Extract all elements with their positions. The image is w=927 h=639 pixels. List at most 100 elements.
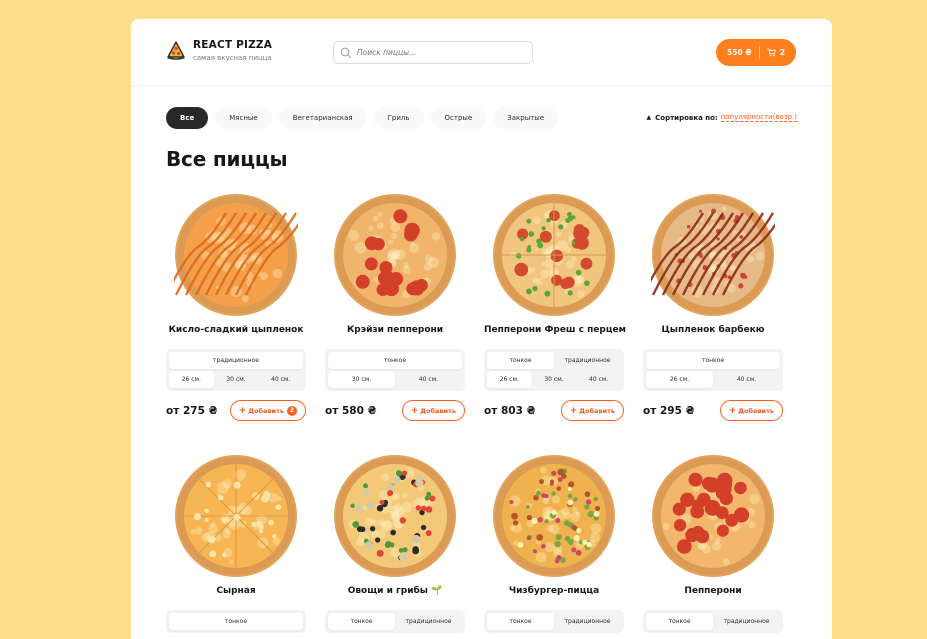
pizza-selector: традиционное 26 см. 30 см. 40 см. <box>166 349 306 391</box>
logo[interactable]: REACT PIZZA самая вкусная пицца <box>166 39 272 62</box>
dough-type-option[interactable]: традиционное <box>169 352 303 369</box>
add-to-cart-button[interactable]: + Добавить 2 <box>229 400 306 421</box>
category-vegetarian[interactable]: Вегетарианская <box>278 107 367 129</box>
size-option[interactable]: 26 см. <box>487 371 532 388</box>
pizza-price: от 275 ₴ <box>166 404 218 417</box>
pizza-selector: тонкое традиционное <box>643 610 783 633</box>
pizza-bottom: от 580 ₴ + Добавить <box>325 400 465 421</box>
logo-subtitle: самая вкусная пицца <box>193 54 272 62</box>
dough-type-row: тонкое <box>169 613 303 630</box>
category-all[interactable]: Все <box>166 107 209 129</box>
sort-control: ▲ Сортировка по: популярности(возр.) <box>647 113 797 122</box>
pizza-logo-icon <box>167 41 185 60</box>
dough-type-option[interactable]: традиционное <box>713 613 780 630</box>
size-option[interactable]: 30 см. <box>328 371 395 388</box>
dough-type-row: тонкое традиционное <box>487 613 621 630</box>
add-button-label: Добавить <box>248 406 284 415</box>
sort-arrow-icon: ▲ <box>646 114 652 121</box>
search-input[interactable] <box>357 48 517 57</box>
pizza-name: Чизбургер-пицца <box>508 586 600 596</box>
search-icon <box>340 47 352 58</box>
pizza-card: Пепперони тонкое традиционное <box>643 454 783 633</box>
pizza-selector: тонкое традиционное <box>484 610 624 633</box>
dough-type-row: тонкое <box>646 352 780 369</box>
pizza-name: Сырная <box>216 586 256 596</box>
size-option[interactable]: 30 см. <box>214 371 259 388</box>
add-count-badge: 2 <box>287 405 297 416</box>
category-grill[interactable]: Гриль <box>373 107 424 129</box>
size-option[interactable]: 40 см. <box>258 371 303 388</box>
cart-icon <box>767 48 776 57</box>
pizza-price: от 580 ₴ <box>325 404 377 417</box>
dough-type-row: тонкое традиционное <box>646 613 780 630</box>
pizza-bottom: от 295 ₴ + Добавить <box>643 400 783 421</box>
pizza-name: Цыпленок барбекю <box>661 325 765 335</box>
dough-type-option[interactable]: тонкое <box>328 352 462 369</box>
pizza-image <box>334 455 456 577</box>
pizza-name: Пепперони <box>684 586 742 596</box>
dough-type-row: традиционное <box>169 352 303 369</box>
pizza-card: Цыпленок барбекю тонкое 26 см. 40 см. от 295… <box>643 193 783 421</box>
dough-type-option[interactable]: тонкое <box>487 352 554 369</box>
pizza-card: Сырная тонкое <box>166 454 306 633</box>
size-option[interactable]: 26 см. <box>169 371 214 388</box>
size-option[interactable]: 40 см. <box>713 371 780 388</box>
cart-button[interactable]: 550 ₴ 2 <box>716 39 796 66</box>
plus-icon: + <box>410 405 419 416</box>
pizza-selector: тонкое 26 см. 40 см. <box>643 349 783 391</box>
size-option[interactable]: 26 см. <box>646 371 713 388</box>
search-box[interactable] <box>333 41 533 64</box>
dough-type-option[interactable]: тонкое <box>646 613 713 630</box>
add-button-label: Добавить <box>420 406 456 415</box>
add-button-label: Добавить <box>738 406 774 415</box>
size-row: 26 см. 30 см. 40 см. <box>169 371 303 388</box>
pizza-selector: тонкое <box>166 610 306 633</box>
dough-type-option[interactable]: традиционное <box>395 613 462 630</box>
category-meat[interactable]: Мясные <box>215 107 272 129</box>
category-spicy[interactable]: Острые <box>430 107 487 129</box>
pizza-name: Овощи и грибы 🌱 <box>347 586 443 596</box>
pizza-image <box>493 455 615 577</box>
pizza-name: Кисло-сладкий цыпленок <box>168 325 304 335</box>
pizza-price: от 803 ₴ <box>484 404 536 417</box>
pizza-bottom: от 275 ₴ + Добавить 2 <box>166 400 306 421</box>
size-row: 26 см. 40 см. <box>646 371 780 388</box>
pizza-card: Крэйзи пепперони тонкое 30 см. 40 см. от 580… <box>325 193 465 421</box>
pizza-bottom: от 803 ₴ + Добавить <box>484 400 624 421</box>
dough-type-option[interactable]: тонкое <box>646 352 780 369</box>
add-button-label: Добавить <box>579 406 615 415</box>
size-option[interactable]: 40 см. <box>576 371 621 388</box>
size-option[interactable]: 30 см. <box>532 371 577 388</box>
dough-type-row: тонкое традиционное <box>328 613 462 630</box>
pizza-selector: тонкое традиционное <box>325 610 465 633</box>
pizza-price: от 295 ₴ <box>643 404 695 417</box>
pizza-selector: тонкое традиционное 26 см. 30 см. 40 см. <box>484 349 624 391</box>
add-to-cart-button[interactable]: + Добавить <box>560 400 624 421</box>
pizza-image <box>652 455 774 577</box>
page-title: Все пиццы <box>166 147 288 171</box>
size-option[interactable]: 40 см. <box>395 371 462 388</box>
cart-total: 550 ₴ <box>727 48 752 57</box>
pizza-name: Крэйзи пепперони <box>346 325 444 335</box>
dough-type-row: тонкое <box>328 352 462 369</box>
plus-icon: + <box>728 405 737 416</box>
pizza-card: Овощи и грибы 🌱 тонкое традиционное <box>325 454 465 633</box>
dough-type-option[interactable]: тонкое <box>328 613 395 630</box>
pizza-card: Пепперони Фреш с перцем тонкое традиционно… <box>484 193 626 421</box>
add-to-cart-button[interactable]: + Добавить <box>719 400 783 421</box>
pizza-image <box>651 194 775 316</box>
dough-type-option[interactable]: традиционное <box>554 613 621 630</box>
pizza-selector: тонкое 30 см. 40 см. <box>325 349 465 391</box>
dough-type-option[interactable]: тонкое <box>487 613 554 630</box>
sort-value[interactable]: популярности(возр.) <box>720 113 797 122</box>
dough-type-option[interactable]: тонкое <box>169 613 303 630</box>
add-to-cart-button[interactable]: + Добавить <box>401 400 465 421</box>
pizza-image <box>493 194 615 316</box>
plus-icon: + <box>238 405 247 416</box>
pizza-image <box>334 194 456 316</box>
dough-type-row: тонкое традиционное <box>487 352 621 369</box>
pizza-image <box>174 194 298 316</box>
pizza-name: Пепперони Фреш с перцем <box>484 325 626 335</box>
category-closed[interactable]: Закрытые <box>493 107 559 129</box>
dough-type-option[interactable]: традиционное <box>554 352 621 369</box>
